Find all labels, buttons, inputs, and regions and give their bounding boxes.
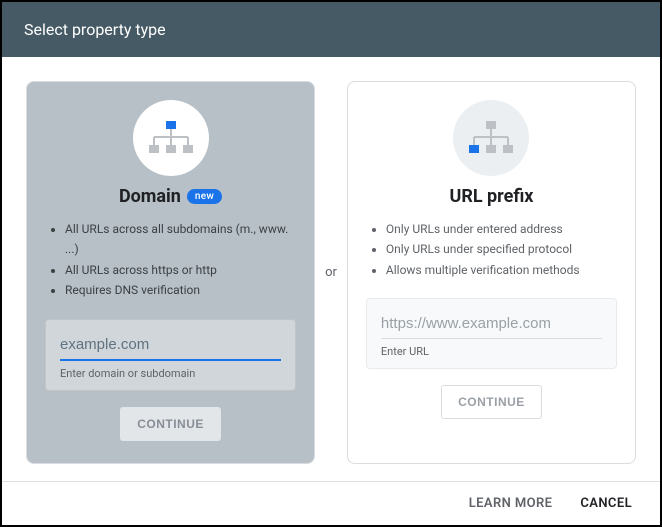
dialog-footer: LEARN MORE CANCEL bbox=[2, 481, 660, 525]
list-item: Only URLs under entered address bbox=[386, 219, 617, 239]
dialog-header: Select property type bbox=[2, 2, 660, 57]
dialog-title: Select property type bbox=[24, 20, 166, 39]
input-underline bbox=[60, 359, 281, 361]
url-prefix-card[interactable]: URL prefix Only URLs under entered addre… bbox=[347, 81, 636, 464]
domain-icon-disc bbox=[133, 100, 209, 176]
or-divider: or bbox=[315, 81, 347, 464]
prefix-icon-disc bbox=[453, 100, 529, 176]
sitemap-icon bbox=[149, 121, 193, 155]
learn-more-button[interactable]: LEARN MORE bbox=[469, 496, 553, 511]
input-underline bbox=[381, 338, 602, 339]
list-item: Allows multiple verification methods bbox=[386, 260, 617, 280]
sitemap-icon bbox=[469, 121, 513, 155]
prefix-card-title: URL prefix bbox=[449, 186, 533, 207]
domain-input[interactable] bbox=[60, 332, 281, 359]
prefix-card-title-row: URL prefix bbox=[449, 186, 533, 207]
prefix-continue-button[interactable]: CONTINUE bbox=[441, 385, 542, 419]
dialog-body: Domain new All URLs across all subdomain… bbox=[2, 57, 660, 524]
dialog: Select property type Domain bbox=[0, 0, 662, 527]
new-badge: new bbox=[187, 189, 222, 204]
domain-continue-button[interactable]: CONTINUE bbox=[120, 407, 221, 441]
domain-feature-list: All URLs across all subdomains (m., www.… bbox=[45, 219, 296, 301]
divider-label: or bbox=[325, 265, 337, 280]
url-prefix-input[interactable] bbox=[381, 311, 602, 338]
cancel-button[interactable]: CANCEL bbox=[580, 496, 632, 511]
domain-input-hint: Enter domain or subdomain bbox=[60, 367, 281, 380]
domain-input-wrap: Enter domain or subdomain bbox=[45, 319, 296, 391]
prefix-input-hint: Enter URL bbox=[381, 345, 602, 358]
domain-card-title: Domain bbox=[119, 186, 181, 207]
domain-card-title-row: Domain new bbox=[119, 186, 222, 207]
domain-card[interactable]: Domain new All URLs across all subdomain… bbox=[26, 81, 315, 464]
list-item: Requires DNS verification bbox=[65, 280, 296, 300]
list-item: Only URLs under specified protocol bbox=[386, 239, 617, 259]
list-item: All URLs across https or http bbox=[65, 260, 296, 280]
list-item: All URLs across all subdomains (m., www.… bbox=[65, 219, 296, 260]
prefix-feature-list: Only URLs under entered address Only URL… bbox=[366, 219, 617, 280]
prefix-input-wrap: Enter URL bbox=[366, 298, 617, 369]
